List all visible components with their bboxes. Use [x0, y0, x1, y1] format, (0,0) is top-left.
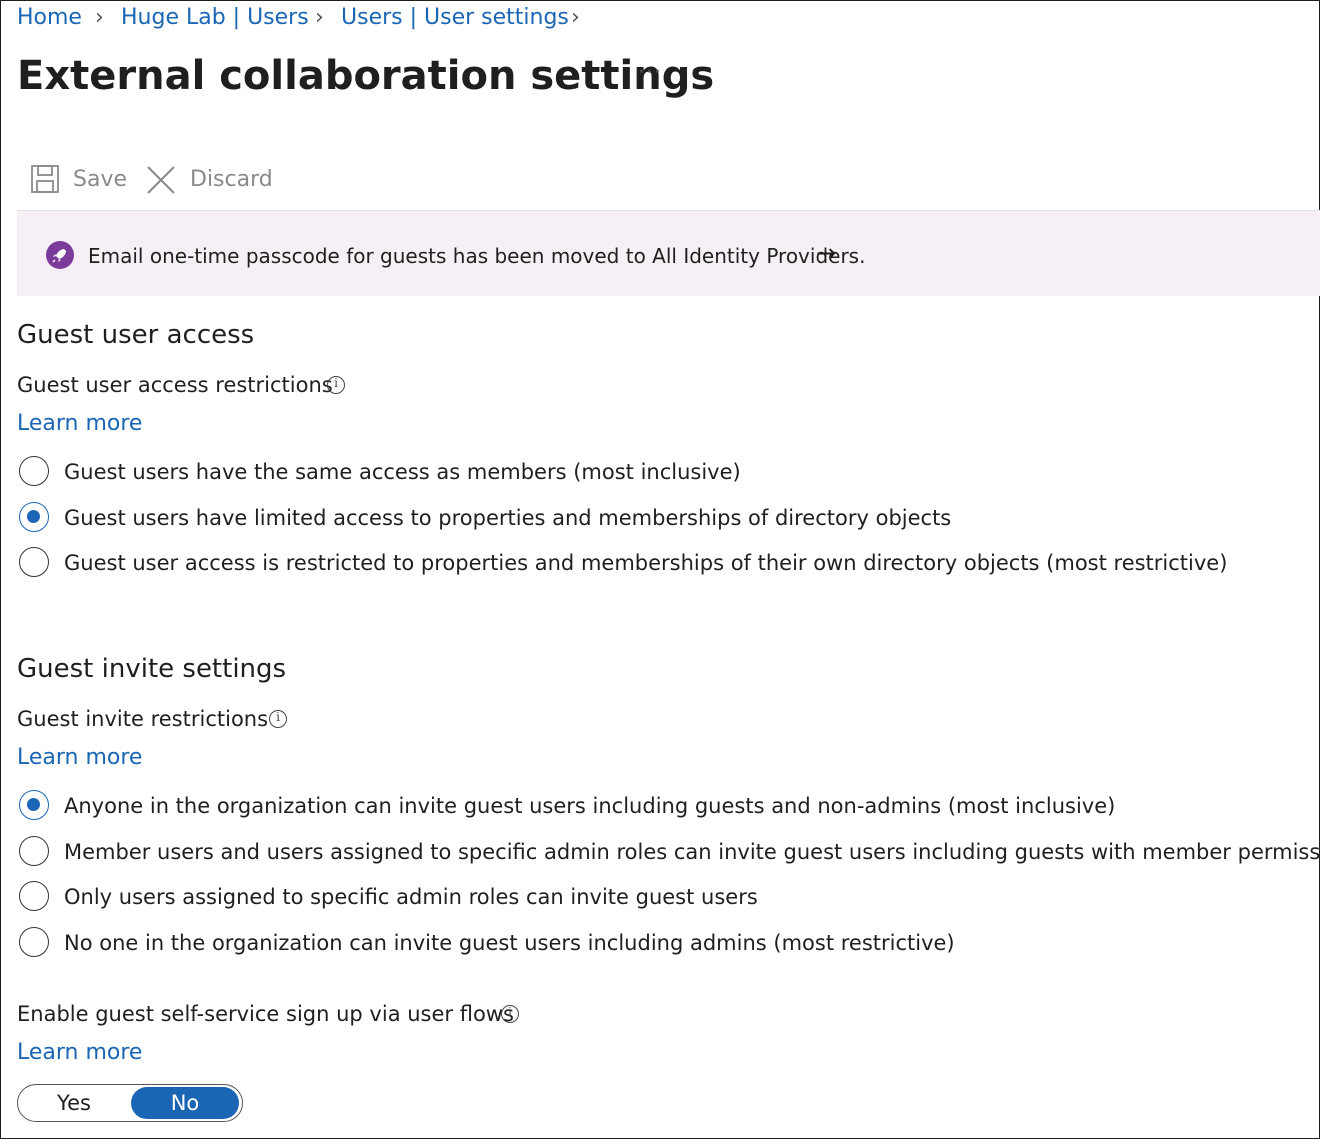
radio-button[interactable]: [19, 547, 49, 577]
guest-access-restrictions-label: Guest user access restrictions: [17, 373, 333, 397]
radio-label[interactable]: Guest users have limited access to prope…: [64, 504, 951, 532]
radio-label[interactable]: Only users assigned to specific admin ro…: [64, 883, 758, 911]
self-service-signup-label: Enable guest self-service sign up via us…: [17, 1002, 514, 1026]
save-label: Save: [73, 167, 128, 192]
radio-button[interactable]: [19, 927, 49, 957]
info-icon[interactable]: [327, 376, 345, 394]
guest-invite-restrictions-label: Guest invite restrictions: [17, 707, 269, 731]
info-icon[interactable]: [269, 710, 287, 728]
chevron-right-icon: ›: [571, 5, 580, 30]
learn-more-link[interactable]: Learn more: [17, 744, 142, 772]
radio-label[interactable]: Member users and users assigned to speci…: [64, 838, 1320, 866]
radio-button-selected[interactable]: [19, 502, 49, 532]
radio-label[interactable]: Anyone in the organization can invite gu…: [64, 792, 1115, 820]
toggle-no-option-selected[interactable]: No: [131, 1087, 239, 1119]
chevron-right-icon: ›: [315, 5, 324, 30]
radio-label[interactable]: Guest users have the same access as memb…: [64, 458, 741, 486]
chevron-right-icon: ›: [95, 5, 104, 30]
breadcrumb-home[interactable]: Home: [17, 4, 82, 32]
learn-more-link[interactable]: Learn more: [17, 410, 142, 438]
radio-button[interactable]: [19, 881, 49, 911]
learn-more-link[interactable]: Learn more: [17, 1039, 142, 1067]
radio-label[interactable]: Guest user access is restricted to prope…: [64, 549, 1227, 577]
breadcrumb-huge-lab-users[interactable]: Huge Lab | Users: [121, 4, 309, 32]
toggle-yes-option[interactable]: Yes: [18, 1085, 130, 1121]
page-title: External collaboration settings: [17, 53, 715, 99]
banner-text: Email one-time passcode for guests has b…: [88, 244, 866, 268]
arrow-right-icon[interactable]: →: [816, 238, 836, 268]
guest-user-access-heading: Guest user access: [17, 320, 255, 350]
radio-button[interactable]: [19, 456, 49, 486]
radio-button-selected[interactable]: [19, 790, 49, 820]
more-options-button[interactable]: ···: [638, 60, 662, 85]
info-icon[interactable]: [501, 1005, 519, 1023]
guest-invite-settings-heading: Guest invite settings: [17, 654, 287, 684]
discard-label: Discard: [190, 167, 273, 192]
close-icon: [147, 166, 175, 194]
radio-button[interactable]: [19, 836, 49, 866]
breadcrumb-user-settings[interactable]: Users | User settings: [341, 4, 569, 32]
radio-label[interactable]: No one in the organization can invite gu…: [64, 929, 955, 957]
save-icon: [31, 165, 59, 193]
rocket-icon: [46, 241, 74, 269]
